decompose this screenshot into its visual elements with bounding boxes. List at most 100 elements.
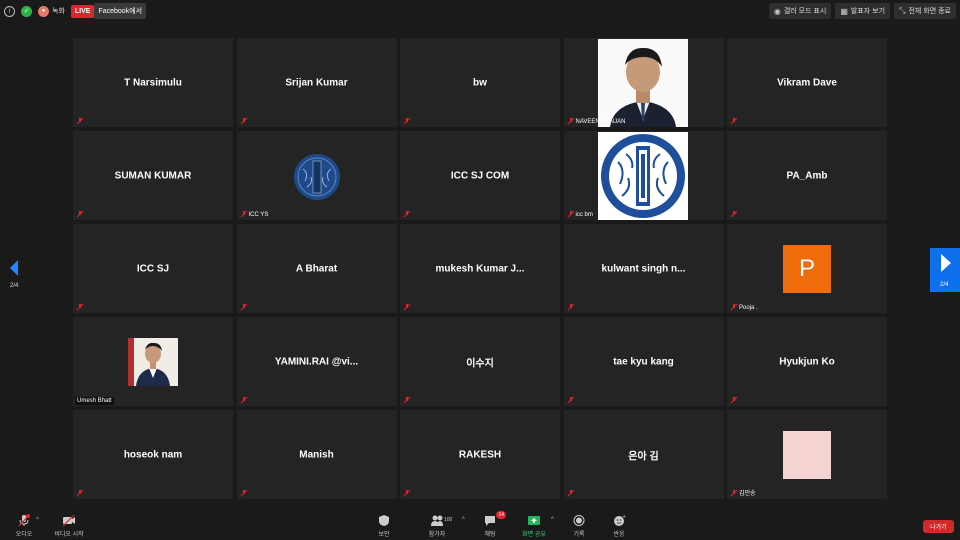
participant-tile[interactable]: 은아 김: [563, 410, 724, 499]
recording-icon: ●: [38, 5, 49, 17]
participant-tile[interactable]: A Bharat: [236, 224, 397, 313]
mic-off-icon: [403, 303, 411, 311]
gallery-view-button[interactable]: ◉ 갤러 모드 표시: [768, 3, 832, 19]
participant-name: Pooja .: [739, 305, 758, 311]
next-page-button[interactable]: 2/4: [930, 248, 960, 292]
participant-tile[interactable]: 이수지: [400, 317, 560, 406]
participant-name: bw: [473, 77, 487, 88]
participant-tile[interactable]: PA_Amb: [727, 131, 887, 220]
avatar: [783, 431, 831, 479]
leave-meeting-button[interactable]: 나가기: [923, 520, 954, 533]
mic-off-icon: [567, 396, 574, 404]
mic-off-icon: [76, 303, 84, 311]
participant-tile[interactable]: T Narsimulu: [73, 38, 233, 127]
participant-tile[interactable]: Hyukjun Ko: [727, 317, 887, 406]
participant-tile[interactable]: Vikram Dave: [727, 38, 887, 127]
participant-tile-video[interactable]: ICC YS: [236, 131, 397, 220]
mic-off-icon: [240, 396, 247, 404]
participant-name: A Bharat: [295, 263, 338, 274]
participant-name: SUMAN KUMAR: [114, 170, 192, 181]
shield-icon: [379, 515, 389, 526]
participant-name: ICC SJ COM: [450, 170, 510, 181]
chat-icon: [485, 516, 495, 526]
participant-name: Srijan Kumar: [285, 77, 348, 88]
mic-off-icon: [240, 117, 247, 125]
record-button[interactable]: 기록: [559, 514, 599, 538]
participant-name: RAKESH: [458, 449, 502, 460]
mic-off-icon: [730, 210, 738, 218]
mic-off-icon: [567, 489, 574, 497]
participant-tile[interactable]: bw: [400, 38, 560, 127]
reactions-button[interactable]: + 반응: [599, 514, 639, 538]
page-indicator-left: 2/4: [10, 283, 19, 289]
participant-name: hoseok nam: [123, 449, 183, 460]
mic-off-icon: [240, 303, 247, 311]
chat-button[interactable]: 14 채팅: [470, 511, 510, 538]
participant-tile[interactable]: kulwant singh n...: [563, 224, 724, 313]
mic-off-icon: [76, 210, 84, 218]
participant-name: 이수지: [466, 358, 494, 369]
participant-tile-video[interactable]: Umesh Bhatt: [73, 317, 233, 406]
arrow-right-icon: [941, 254, 951, 272]
audio-options-caret[interactable]: ^: [36, 517, 39, 523]
participant-tile[interactable]: hoseok nam: [73, 410, 233, 499]
mic-off-icon: [18, 514, 30, 527]
shield-icon[interactable]: ✓: [21, 5, 32, 17]
reactions-label: 반응: [613, 532, 625, 538]
video-off-icon: [62, 514, 75, 527]
mic-off-icon: [403, 117, 411, 125]
live-badge[interactable]: LIVE: [70, 4, 95, 18]
start-video-button[interactable]: 비디오 시작: [49, 514, 89, 538]
info-icon[interactable]: i: [4, 5, 15, 17]
participant-name: NAVEEN RANJAN: [575, 119, 626, 125]
participant-tile-video[interactable]: NAVEEN RANJAN: [563, 38, 724, 127]
mic-off-icon: [240, 489, 247, 497]
top-bar-left: i ✓ ● 녹화 LIVE Facebook에서: [4, 3, 147, 19]
participant-photo: [597, 39, 688, 127]
record-label: 기록: [573, 532, 585, 538]
recording-label: 녹화: [52, 8, 65, 15]
participants-label: 참가자: [428, 532, 446, 538]
eye-icon: ◉: [773, 6, 781, 16]
exit-fullscreen-button[interactable]: ⤡ 전체 화면 종료: [894, 3, 956, 19]
avatar: P: [783, 245, 831, 293]
participant-tile[interactable]: ICC SJ: [73, 224, 233, 313]
mic-off-icon: [403, 489, 411, 497]
share-options-caret[interactable]: ^: [551, 517, 554, 523]
participants-options-caret[interactable]: ^: [462, 517, 465, 523]
participant-name: ICC SJ: [136, 263, 170, 274]
emblem-logo: [597, 132, 688, 220]
participant-tile[interactable]: SUMAN KUMAR: [73, 131, 233, 220]
participant-tile[interactable]: YAMINI.RAI @vi...: [236, 317, 397, 406]
emblem-logo: [293, 154, 340, 200]
participant-name: icc bm: [575, 212, 593, 218]
participant-name: mukesh Kumar J...: [435, 263, 525, 274]
participant-photo: [128, 338, 178, 386]
mic-off-icon: [567, 303, 574, 311]
participant-tile-video[interactable]: icc bm: [563, 131, 724, 220]
participant-name: tae kyu kang: [613, 356, 674, 367]
participant-tile[interactable]: mukesh Kumar J...: [400, 224, 560, 313]
participants-button[interactable]: 100 참가자: [417, 514, 457, 538]
participant-tile-avatar[interactable]: P Pooja .: [727, 224, 887, 313]
facebook-live-button[interactable]: Facebook에서: [94, 3, 147, 19]
participant-tile[interactable]: RAKESH: [400, 410, 560, 499]
participant-name: Manish: [299, 449, 334, 460]
speaker-view-button[interactable]: ▦ 발표자 보기: [835, 3, 891, 19]
chat-label: 채팅: [484, 532, 496, 538]
security-label: 보안: [378, 532, 390, 538]
participants-count: 100: [444, 517, 453, 523]
reaction-icon: +: [614, 514, 626, 526]
participant-name: T Narsimulu: [124, 77, 182, 88]
participant-tile[interactable]: Srijan Kumar: [236, 38, 397, 127]
participant-tile[interactable]: ICC SJ COM: [400, 131, 560, 220]
security-button[interactable]: 보안: [364, 514, 404, 538]
share-screen-button[interactable]: 화면 공유: [514, 514, 554, 538]
participant-name: kulwant singh n...: [601, 263, 686, 274]
mic-off-icon: [403, 210, 411, 218]
record-icon: [573, 515, 585, 526]
participant-name: ICC YS: [248, 212, 269, 218]
participant-tile-avatar[interactable]: 김민송: [727, 410, 887, 499]
participant-tile[interactable]: tae kyu kang: [563, 317, 724, 406]
participant-tile[interactable]: Manish: [236, 410, 397, 499]
